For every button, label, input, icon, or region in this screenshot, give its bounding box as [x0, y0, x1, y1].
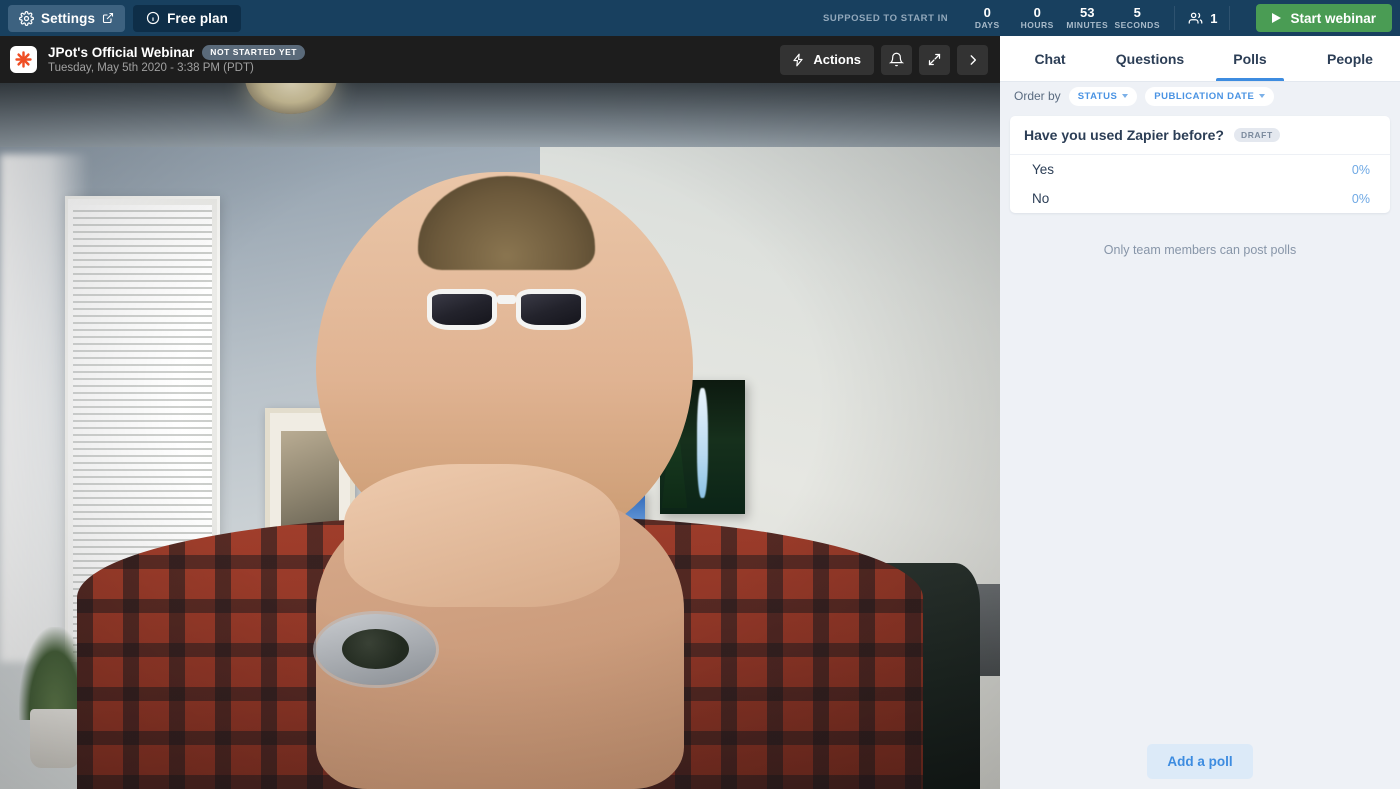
tab-people-label: People: [1327, 50, 1373, 67]
filter-publication-date-button[interactable]: PUBLICATION DATE: [1145, 86, 1275, 106]
status-badge: NOT STARTED YET: [202, 45, 306, 60]
poll-question-row: Have you used Zapier before? DRAFT: [1010, 116, 1390, 155]
webinar-header-actions: Actions: [780, 44, 988, 75]
sunglasses-bridge: [496, 295, 516, 305]
poll-option-row[interactable]: Yes 0%: [1010, 155, 1390, 184]
countdown-hours-label: HOURS: [1020, 19, 1054, 30]
webinar-title: JPot's Official Webinar: [48, 45, 195, 60]
chevron-down-icon: [1122, 94, 1129, 98]
add-poll-button[interactable]: Add a poll: [1147, 744, 1253, 779]
actions-button[interactable]: Actions: [780, 44, 874, 75]
countdown-unit-hours: 0 HOURS: [1012, 4, 1062, 31]
app-body: JPot's Official Webinar NOT STARTED YET …: [0, 36, 1400, 789]
top-bar: Settings Free plan SUPPOSED TO START IN …: [0, 0, 1400, 36]
room-ceiling: [0, 83, 1000, 147]
poll-option-percent: 0%: [1351, 191, 1370, 206]
fullscreen-button[interactable]: [919, 44, 950, 75]
viewer-count-value: 1: [1210, 10, 1218, 26]
start-webinar-button[interactable]: Start webinar: [1256, 4, 1392, 32]
countdown-timer: 0 DAYS 0 HOURS 53 MINUTES 5 SECONDS: [962, 4, 1162, 31]
webinar-header-text: JPot's Official Webinar NOT STARTED YET …: [48, 45, 306, 74]
poll-permission-note: Only team members can post polls: [1103, 243, 1297, 257]
top-bar-right: SUPPOSED TO START IN 0 DAYS 0 HOURS 53 M…: [823, 0, 1392, 36]
poll-option-label: No: [1032, 191, 1050, 206]
expand-icon: [927, 52, 942, 67]
collapse-panel-button[interactable]: [957, 44, 988, 75]
filter-status-button[interactable]: STATUS: [1068, 86, 1138, 106]
stage-column: JPot's Official Webinar NOT STARTED YET …: [0, 36, 1000, 789]
poll-status-badge: DRAFT: [1233, 127, 1280, 143]
start-webinar-label: Start webinar: [1290, 10, 1376, 26]
side-panel: Chat Questions Polls People Order by STA…: [1000, 36, 1400, 789]
settings-button[interactable]: Settings: [8, 4, 126, 32]
zapier-logo-icon: [10, 46, 37, 73]
tab-polls[interactable]: Polls: [1200, 36, 1300, 81]
panel-tabs: Chat Questions Polls People: [1000, 36, 1400, 82]
poll-list: Have you used Zapier before? DRAFT Yes 0…: [1000, 110, 1400, 257]
poll-option-percent: 0%: [1351, 162, 1370, 177]
countdown-unit-seconds: 5 SECONDS: [1112, 4, 1162, 31]
divider: [1174, 6, 1176, 30]
presenter-video-feed: [0, 83, 1000, 789]
settings-label: Settings: [41, 10, 96, 26]
video-stage[interactable]: [0, 83, 1000, 789]
poll-question: Have you used Zapier before?: [1024, 127, 1224, 143]
filter-status-label: STATUS: [1077, 90, 1118, 102]
tab-people[interactable]: People: [1300, 36, 1400, 81]
countdown-seconds-label: SECONDS: [1114, 19, 1160, 30]
bell-icon: [889, 52, 904, 67]
divider: [1229, 6, 1231, 30]
presenter: [40, 139, 960, 789]
tab-chat-label: Chat: [1034, 50, 1066, 67]
info-circle-icon: [146, 11, 160, 25]
poll-option-row[interactable]: No 0%: [1010, 184, 1390, 213]
notifications-button[interactable]: [881, 44, 912, 75]
top-bar-left: Settings Free plan: [8, 4, 241, 32]
panel-footer: Add a poll: [1000, 744, 1400, 789]
tab-chat[interactable]: Chat: [1000, 36, 1100, 81]
sunglasses-left-lens: [427, 288, 497, 331]
countdown-seconds-value: 5: [1133, 4, 1141, 20]
presenter-hair: [417, 175, 596, 270]
webinar-header: JPot's Official Webinar NOT STARTED YET …: [0, 36, 1000, 83]
play-icon: [1272, 13, 1282, 23]
tab-polls-label: Polls: [1233, 50, 1267, 67]
poll-option-label: Yes: [1032, 162, 1055, 177]
countdown-days-label: DAYS: [974, 19, 1000, 30]
lightning-bolt-icon: [791, 53, 805, 67]
chevron-down-icon: [1259, 94, 1266, 98]
countdown-unit-minutes: 53 MINUTES: [1062, 4, 1112, 31]
order-by-label: Order by: [1014, 89, 1061, 103]
people-icon: [1187, 11, 1204, 26]
webinar-app: Settings Free plan SUPPOSED TO START IN …: [0, 0, 1400, 789]
sunglasses-right-lens: [515, 288, 586, 331]
countdown-minutes-value: 53: [1080, 4, 1095, 20]
countdown-hours-value: 0: [1033, 4, 1041, 20]
countdown-days-value: 0: [983, 4, 991, 20]
actions-label: Actions: [813, 52, 861, 67]
countdown-unit-days: 0 DAYS: [962, 4, 1012, 31]
free-plan-label: Free plan: [167, 10, 228, 26]
tab-questions[interactable]: Questions: [1100, 36, 1200, 81]
countdown-label: SUPPOSED TO START IN: [823, 12, 949, 24]
chevron-right-icon: [966, 53, 980, 67]
poll-card[interactable]: Have you used Zapier before? DRAFT Yes 0…: [1010, 116, 1390, 213]
external-link-icon: [102, 12, 114, 24]
gear-icon: [19, 10, 34, 26]
viewer-count: 1: [1187, 11, 1217, 26]
add-poll-label: Add a poll: [1167, 754, 1233, 769]
webinar-title-row: JPot's Official Webinar NOT STARTED YET: [48, 45, 306, 60]
filter-publication-date-label: PUBLICATION DATE: [1154, 90, 1255, 102]
white-sunglasses: [427, 288, 586, 331]
free-plan-button[interactable]: Free plan: [133, 4, 241, 32]
presenter-hand: [343, 464, 620, 608]
tab-questions-label: Questions: [1115, 50, 1185, 67]
countdown-minutes-label: MINUTES: [1066, 19, 1109, 30]
wristwatch: [316, 613, 436, 686]
webinar-datetime: Tuesday, May 5th 2020 - 3:38 PM (PDT): [48, 62, 254, 74]
order-by-bar: Order by STATUS PUBLICATION DATE: [1000, 82, 1400, 110]
